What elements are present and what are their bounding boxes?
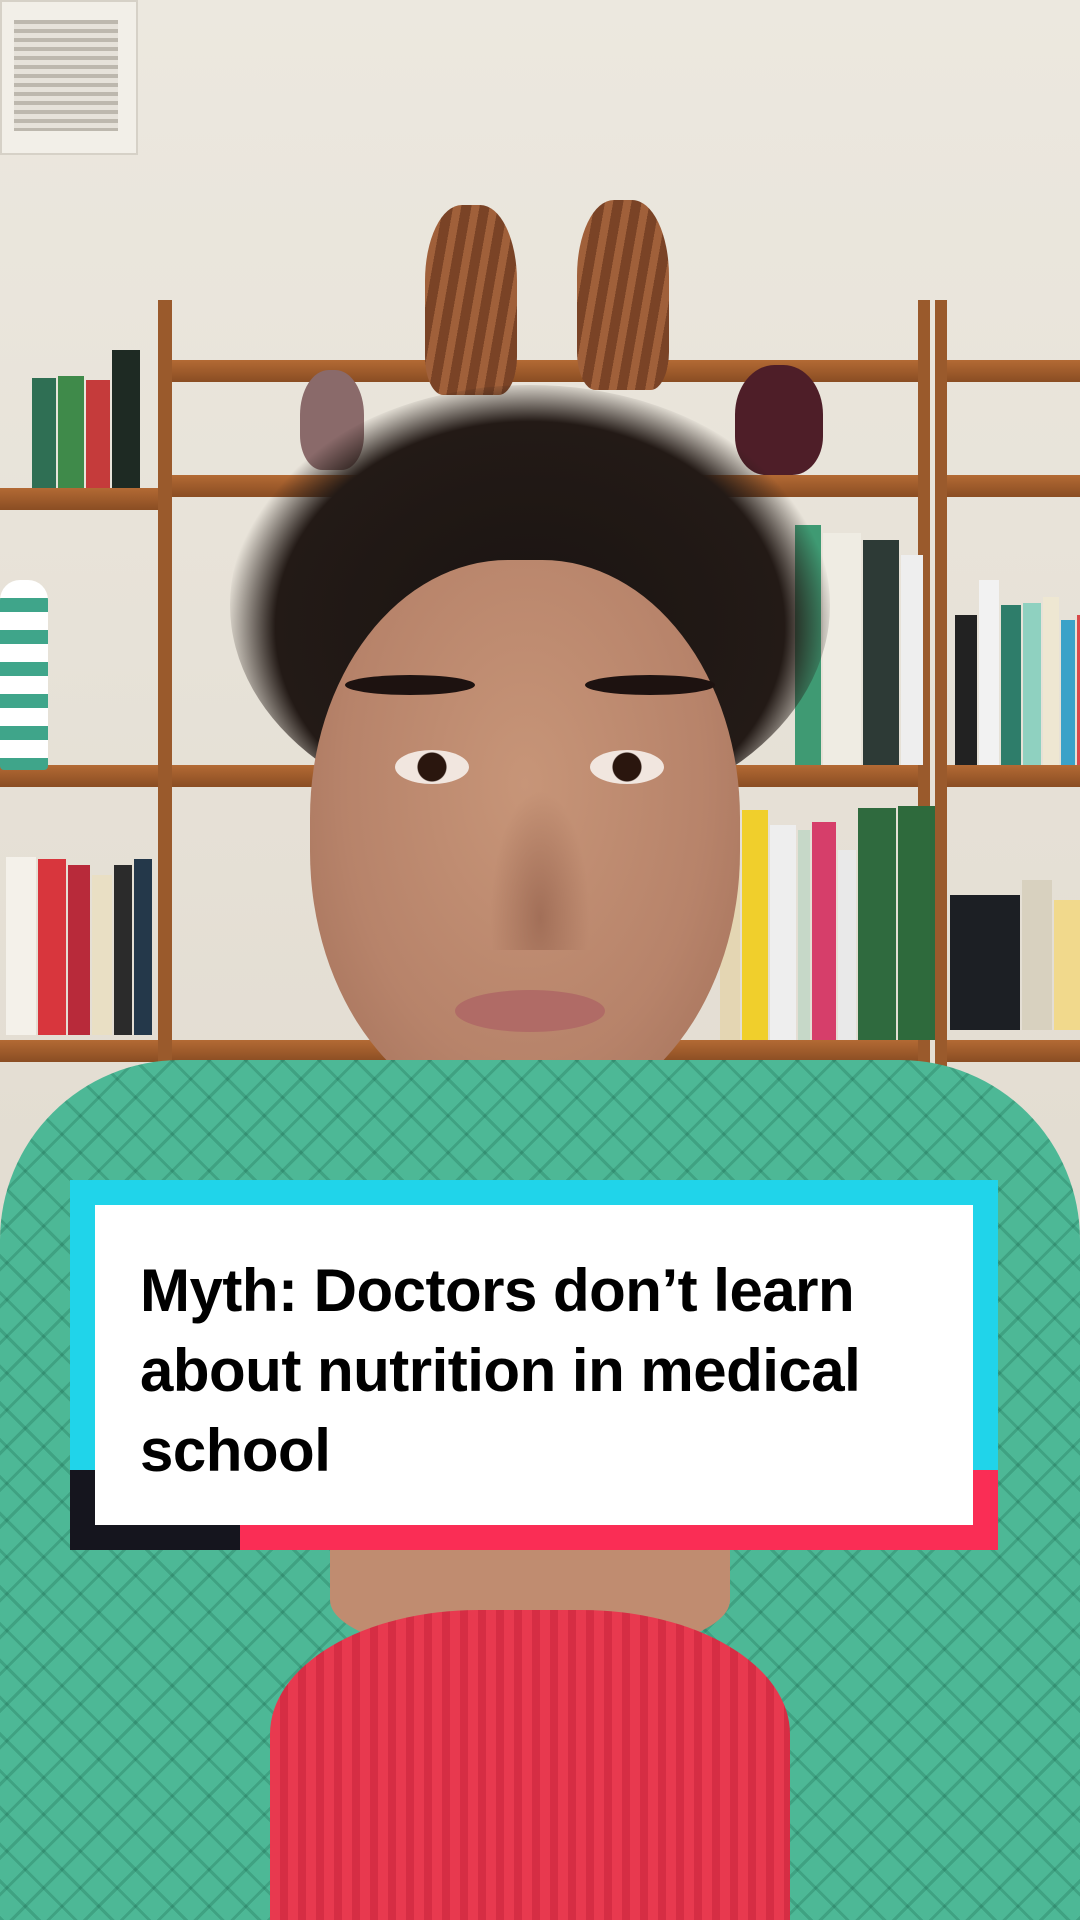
book-row	[720, 805, 936, 1040]
left-eyebrow	[345, 675, 475, 695]
shelf-board	[947, 475, 1080, 497]
vent-grille	[14, 20, 118, 131]
lighthouse-figurine	[0, 580, 48, 770]
book-row	[950, 870, 1080, 1030]
caption-card: Myth: Doctors don’t learn about nutritio…	[70, 1180, 998, 1550]
red-top	[270, 1610, 790, 1920]
book-row	[32, 350, 140, 488]
caption-text: Myth: Doctors don’t learn about nutritio…	[140, 1257, 861, 1484]
wood-carving	[425, 205, 517, 395]
book-row	[6, 855, 152, 1035]
shelf-board	[947, 765, 1080, 787]
wall-vent	[0, 0, 138, 155]
caption-box: Myth: Doctors don’t learn about nutritio…	[95, 1205, 973, 1525]
right-eye	[590, 750, 664, 784]
right-eyebrow	[585, 675, 715, 695]
book-row	[955, 575, 1080, 765]
shelf-board	[947, 1040, 1080, 1062]
shelf-board	[0, 1040, 158, 1062]
left-eye	[395, 750, 469, 784]
shelf-board	[0, 488, 158, 510]
person-nose	[490, 790, 590, 950]
video-frame: Myth: Doctors don’t learn about nutritio…	[0, 0, 1080, 1920]
shelf-board	[947, 360, 1080, 382]
wood-carving	[577, 200, 669, 390]
person-mouth	[455, 990, 605, 1032]
